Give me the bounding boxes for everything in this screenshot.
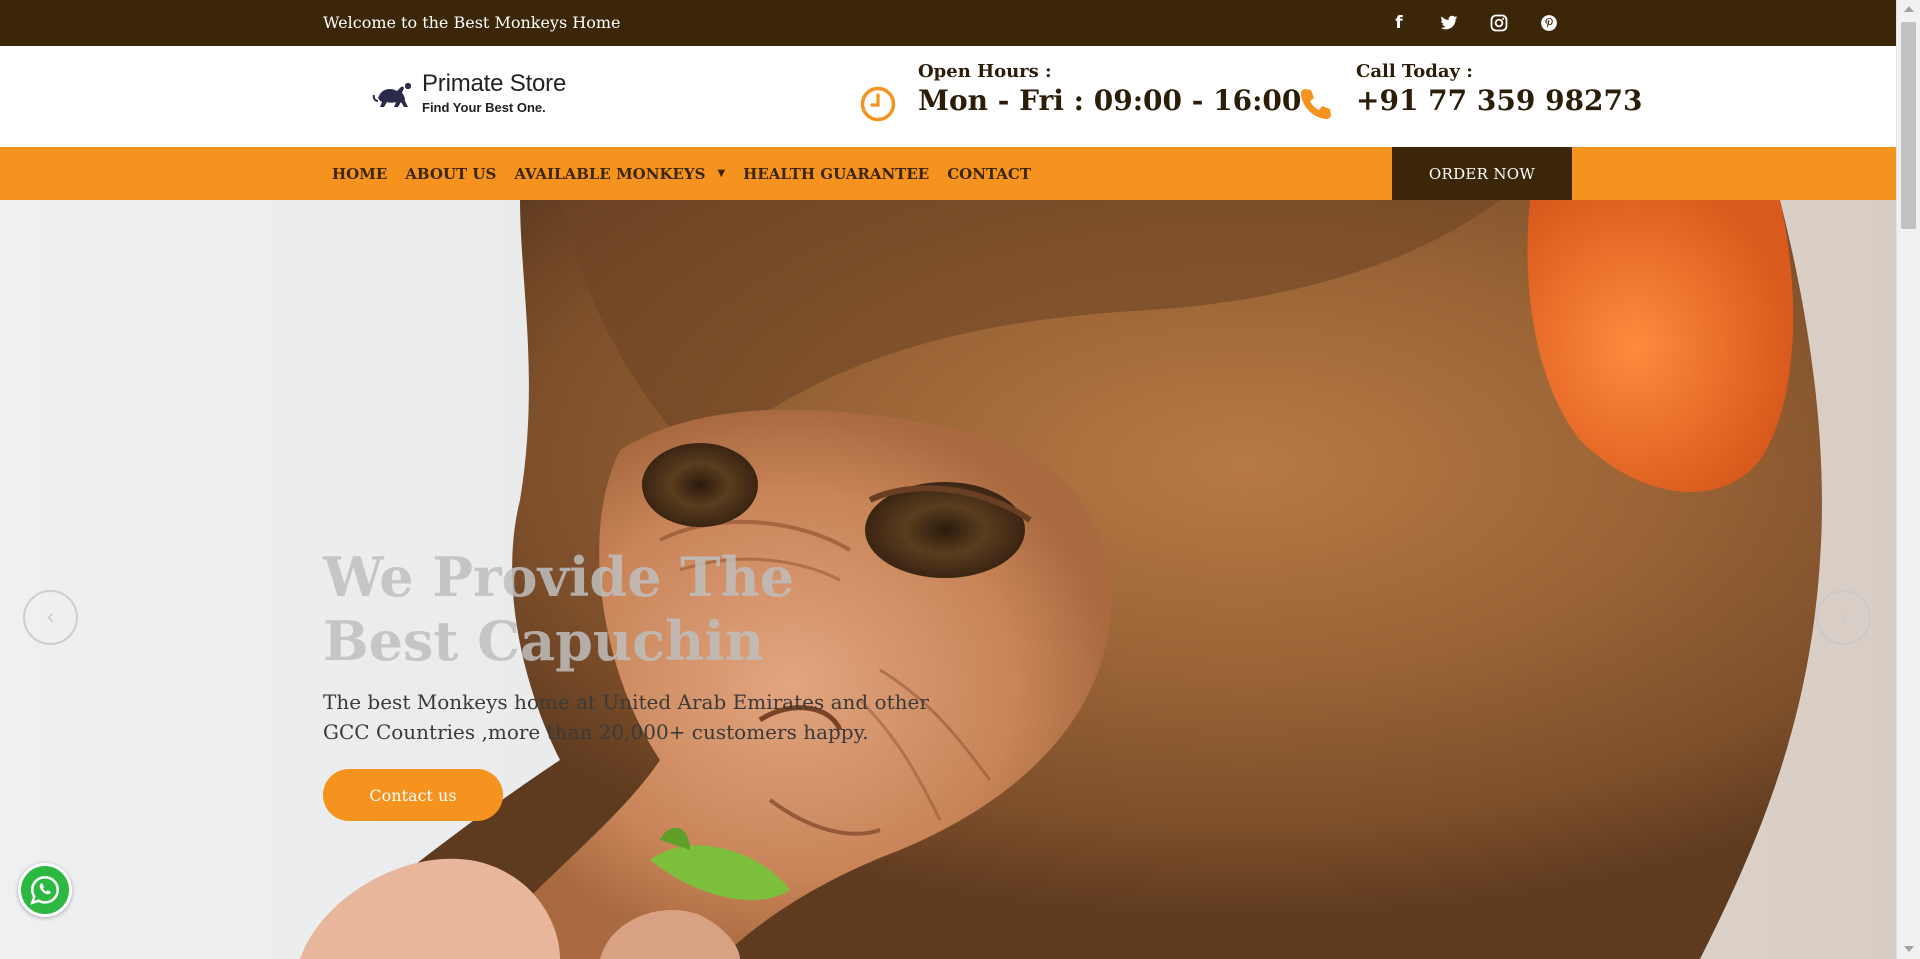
contact-us-button[interactable]: Contact us [323,769,503,821]
twitter-icon[interactable] [1435,10,1463,36]
site-logo[interactable]: Primate Store Find Your Best One. [370,70,566,115]
open-hours-value: Mon - Fri : 09:00 - 16:00 [918,84,1302,117]
top-bar: Welcome to the Best Monkeys Home f [0,0,1896,46]
logo-text: Primate Store Find Your Best One. [422,70,566,115]
phone-icon [1301,89,1331,119]
slider-prev-button[interactable]: ‹ [23,590,78,645]
nav-item-health-guarantee[interactable]: HEALTH GUARANTEE [734,165,938,183]
site-header: Primate Store Find Your Best One. Open H… [0,46,1896,147]
call-today-label: Call Today : [1356,61,1473,82]
chevron-left-icon: ‹ [46,605,55,630]
nav-item-home[interactable]: HOME [323,165,396,183]
nav-item-available-monkeys[interactable]: AVAILABLE MONKEYS ▼ [505,165,734,183]
scroll-down-arrow-icon[interactable] [1904,946,1914,952]
whatsapp-icon [30,875,60,905]
caret-down-icon: ▼ [717,168,726,179]
logo-name: Primate Store [422,70,567,97]
hero-slider: We Provide The Best Capuchin The best Mo… [0,200,1896,959]
nav-item-contact[interactable]: CONTACT [938,165,1040,183]
monkey-logo-icon [372,82,411,107]
chevron-right-icon: › [1839,605,1848,630]
open-hours-label: Open Hours : [918,61,1052,82]
scroll-up-arrow-icon[interactable] [1904,6,1914,12]
phone-number[interactable]: +91 77 359 98273 [1356,84,1643,117]
open-hours: Open Hours : Mon - Fri : 09:00 - 16:00 [858,58,1301,124]
main-nav: HOME ABOUT US AVAILABLE MONKEYS ▼ HEALTH… [0,147,1896,200]
order-now-button[interactable]: ORDER NOW [1392,147,1572,200]
scroll-thumb[interactable] [1901,22,1916,229]
hero-headline: We Provide The Best Capuchin [323,545,795,673]
whatsapp-button[interactable] [18,863,72,917]
social-links: f [1385,10,1563,36]
welcome-text: Welcome to the Best Monkeys Home [323,13,621,32]
clock-icon [860,86,896,122]
open-hours-text: Open Hours : Mon - Fri : 09:00 - 16:00 [918,58,1301,117]
nav-item-about-us[interactable]: ABOUT US [396,165,505,183]
page-scrollbar[interactable] [1896,0,1920,959]
logo-tagline: Find Your Best One. [422,100,546,115]
facebook-icon[interactable]: f [1385,10,1413,36]
monkey-photo [300,200,1822,959]
call-today: Call Today : +91 77 359 98273 [1296,58,1643,124]
hero-subtext: The best Monkeys home at United Arab Emi… [323,690,929,744]
call-today-text: Call Today : +91 77 359 98273 [1356,58,1643,117]
pinterest-icon[interactable] [1535,10,1563,36]
slider-next-button[interactable]: › [1816,590,1871,645]
nav-item-available-monkeys-label: AVAILABLE MONKEYS [514,164,706,183]
nav-items: HOME ABOUT US AVAILABLE MONKEYS ▼ HEALTH… [323,147,1040,200]
instagram-icon[interactable] [1485,10,1513,36]
